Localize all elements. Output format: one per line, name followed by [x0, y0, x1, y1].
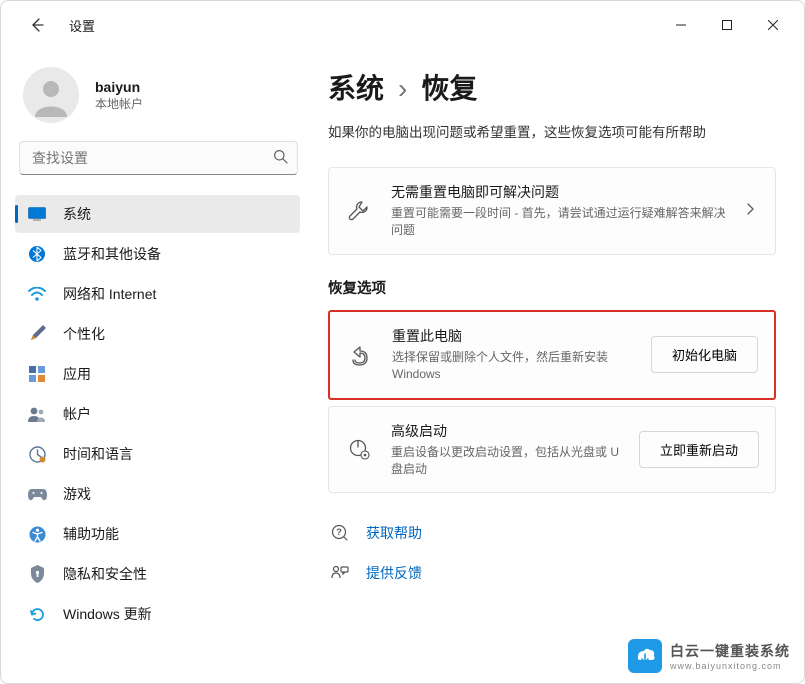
apps-icon	[27, 364, 47, 384]
help-icon: ?	[330, 523, 350, 543]
search-input[interactable]	[19, 141, 298, 175]
nav-label: 网络和 Internet	[63, 284, 156, 304]
troubleshoot-desc: 重置可能需要一段时间 - 首先，请尝试通过运行疑难解答来解决问题	[391, 205, 727, 240]
titlebar: 设置	[1, 1, 804, 49]
maximize-button[interactable]	[704, 9, 750, 41]
brush-icon	[27, 324, 47, 344]
close-icon	[768, 20, 778, 30]
wrench-icon	[345, 197, 373, 225]
clock-icon	[27, 444, 47, 464]
page-subtitle: 如果你的电脑出现问题或希望重置，这些恢复选项可能有所帮助	[328, 121, 776, 141]
accounts-icon	[27, 404, 47, 424]
help-link-text: 获取帮助	[366, 523, 422, 543]
nav-label: 系统	[63, 204, 91, 224]
search-wrap	[19, 141, 298, 175]
search-icon	[273, 149, 288, 167]
system-icon	[27, 204, 47, 224]
nav-item-gaming[interactable]: 游戏	[15, 475, 300, 513]
user-block[interactable]: baiyun 本地帐户	[15, 59, 306, 141]
feedback-link[interactable]: 提供反馈	[328, 555, 776, 591]
nav-label: 个性化	[63, 324, 105, 344]
reset-title: 重置此电脑	[392, 326, 637, 346]
nav-item-personalization[interactable]: 个性化	[15, 315, 300, 353]
gamepad-icon	[27, 484, 47, 504]
nav-item-time-language[interactable]: 时间和语言	[15, 435, 300, 473]
reset-pc-button[interactable]: 初始化电脑	[651, 336, 758, 373]
nav-label: 辅助功能	[63, 524, 119, 544]
reset-pc-card: 重置此电脑 选择保留或删除个人文件，然后重新安装 Windows 初始化电脑	[328, 310, 776, 400]
reset-icon	[346, 341, 374, 369]
nav-label: 隐私和安全性	[63, 564, 147, 584]
watermark-title: 白云一键重装系统	[670, 641, 790, 661]
nav-item-windows-update[interactable]: Windows 更新	[15, 595, 300, 633]
restart-now-button[interactable]: 立即重新启动	[639, 431, 759, 468]
user-avatar-icon	[29, 73, 73, 117]
breadcrumb-parent[interactable]: 系统	[328, 67, 384, 107]
close-button[interactable]	[750, 9, 796, 41]
nav-label: Windows 更新	[63, 604, 152, 624]
window-title: 设置	[69, 16, 95, 35]
main-content: 系统 › 恢复 如果你的电脑出现问题或希望重置，这些恢复选项可能有所帮助 无需重…	[306, 49, 804, 683]
feedback-icon	[330, 563, 350, 583]
shield-icon	[27, 564, 47, 584]
chevron-right-icon: ›	[398, 73, 407, 105]
sidebar: baiyun 本地帐户 系统 蓝牙和其他设备	[1, 49, 306, 683]
svg-text:?: ?	[336, 527, 342, 537]
watermark-url: www.baiyunxitong.com	[670, 661, 790, 671]
wifi-icon	[27, 284, 47, 304]
nav-item-accessibility[interactable]: 辅助功能	[15, 515, 300, 553]
advanced-startup-card: 高级启动 重启设备以更改启动设置，包括从光盘或 U 盘启动 立即重新启动	[328, 406, 776, 494]
minimize-button[interactable]	[658, 9, 704, 41]
nav-label: 蓝牙和其他设备	[63, 244, 161, 264]
recovery-options-header: 恢复选项	[328, 277, 776, 298]
update-icon	[27, 604, 47, 624]
nav-item-system[interactable]: 系统	[15, 195, 300, 233]
user-name: baiyun	[95, 79, 143, 95]
nav-list: 系统 蓝牙和其他设备 网络和 Internet 个性化	[15, 193, 306, 635]
advanced-title: 高级启动	[391, 421, 625, 441]
advanced-desc: 重启设备以更改启动设置，包括从光盘或 U 盘启动	[391, 444, 625, 479]
nav-label: 应用	[63, 364, 91, 384]
nav-item-accounts[interactable]: 帐户	[15, 395, 300, 433]
nav-item-privacy[interactable]: 隐私和安全性	[15, 555, 300, 593]
accessibility-icon	[27, 524, 47, 544]
troubleshoot-title: 无需重置电脑即可解决问题	[391, 182, 727, 202]
user-account-type: 本地帐户	[95, 95, 143, 112]
back-button[interactable]	[19, 7, 55, 43]
breadcrumb: 系统 › 恢复	[328, 67, 776, 107]
reset-desc: 选择保留或删除个人文件，然后重新安装 Windows	[392, 349, 637, 384]
watermark-logo-icon	[628, 639, 662, 673]
nav-item-network[interactable]: 网络和 Internet	[15, 275, 300, 313]
get-help-link[interactable]: ? 获取帮助	[328, 515, 776, 551]
nav-item-apps[interactable]: 应用	[15, 355, 300, 393]
nav-item-bluetooth[interactable]: 蓝牙和其他设备	[15, 235, 300, 273]
nav-label: 游戏	[63, 484, 91, 504]
troubleshoot-card[interactable]: 无需重置电脑即可解决问题 重置可能需要一段时间 - 首先，请尝试通过运行疑难解答…	[328, 167, 776, 255]
feedback-link-text: 提供反馈	[366, 563, 422, 583]
power-gear-icon	[345, 435, 373, 463]
watermark: 白云一键重装系统 www.baiyunxitong.com	[628, 639, 790, 673]
arrow-left-icon	[29, 17, 45, 33]
breadcrumb-current: 恢复	[421, 67, 477, 107]
avatar	[23, 67, 79, 123]
window-controls	[658, 9, 796, 41]
nav-label: 帐户	[63, 404, 91, 424]
bluetooth-icon	[27, 244, 47, 264]
maximize-icon	[722, 20, 732, 30]
minimize-icon	[676, 20, 686, 30]
chevron-right-icon	[741, 202, 759, 219]
nav-label: 时间和语言	[63, 444, 133, 464]
